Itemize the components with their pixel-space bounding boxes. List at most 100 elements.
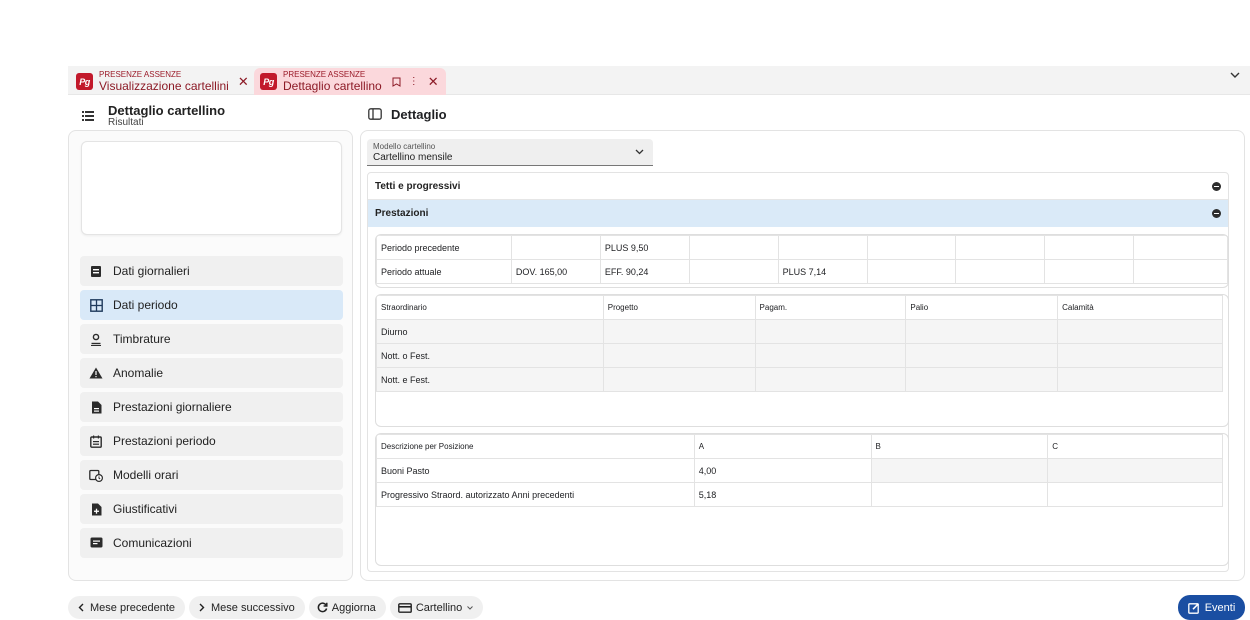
table-header-row: Descrizione per Posizione A B C: [376, 434, 1223, 459]
nav-item-giustificativi[interactable]: Giustificativi: [80, 494, 343, 524]
tab-visualizzazione-cartellini[interactable]: Pg PRESENZE ASSENZE Visualizzazione cart…: [76, 68, 252, 95]
refresh-button[interactable]: Aggiorna: [308, 596, 386, 619]
close-tab-icon[interactable]: ✕: [428, 74, 439, 90]
column-header: C: [1047, 434, 1223, 459]
tab-module-label: PRESENZE ASSENZE: [99, 70, 182, 79]
table-cell: [955, 259, 1046, 284]
overtime-table-card: Straordinario Progetto Pagam. Palio Cala…: [375, 294, 1229, 427]
table-cell: [870, 482, 1049, 507]
accordion-tetti-e-progressivi[interactable]: Tetti e progressivi: [368, 173, 1228, 200]
column-header: Progetto: [602, 295, 756, 320]
table-cell: PLUS 7,14: [777, 259, 868, 284]
table-cell: Progressivo Straord. autorizzato Anni pr…: [376, 482, 695, 507]
table-cell: Buoni Pasto: [376, 458, 695, 483]
grid-icon: [88, 297, 104, 313]
document-icon: [88, 399, 104, 415]
column-header: Calamità: [1057, 295, 1223, 320]
table-cell: [754, 343, 907, 368]
employee-info-card: [81, 141, 342, 235]
accordion-prestazioni[interactable]: Prestazioni: [368, 200, 1228, 227]
collapse-icon[interactable]: [1212, 209, 1221, 218]
table-cell: [688, 259, 779, 284]
chevron-down-icon[interactable]: [626, 139, 653, 165]
card-icon: [397, 602, 412, 613]
cartellino-menu-button[interactable]: Cartellino: [389, 596, 484, 619]
events-button[interactable]: Eventi: [1178, 595, 1245, 620]
table-cell: [510, 235, 601, 260]
table-cell: Periodo attuale: [376, 259, 512, 284]
table-cell: 4,00: [693, 458, 872, 483]
side-panel-toggle-icon[interactable]: [368, 108, 382, 120]
table-cell: [1133, 235, 1228, 260]
chevron-down-icon[interactable]: [1230, 72, 1240, 79]
nav-item-prestazioni-giornaliere[interactable]: Prestazioni giornaliere: [80, 392, 343, 422]
left-panel-header: Dettaglio cartellino Risultati: [78, 101, 225, 131]
position-table-card: Descrizione per Posizione A B C Buoni Pa…: [375, 433, 1229, 566]
button-label: Mese successivo: [211, 601, 295, 614]
nav-item-prestazioni-periodo[interactable]: Prestazioni periodo: [80, 426, 343, 456]
table-cell: [905, 343, 1059, 368]
column-header: Pagam.: [754, 295, 907, 320]
table-row: Buoni Pasto 4,00: [376, 458, 1223, 483]
app-logo-icon: Pg: [260, 73, 277, 90]
tab-label: Dettaglio cartellino: [283, 79, 382, 93]
page-title: Dettaglio cartellino: [108, 102, 226, 118]
tab-label: Visualizzazione cartellini: [99, 79, 229, 93]
table-row: Diurno: [376, 319, 1223, 344]
refresh-icon: [317, 602, 328, 613]
table-row: Periodo attuale DOV. 165,00 EFF. 90,24 P…: [376, 259, 1228, 284]
nav-item-timbrature[interactable]: Timbrature: [80, 324, 343, 354]
table-cell: DOV. 165,00: [510, 259, 601, 284]
table-cell: [777, 235, 868, 260]
calendar-list-icon: [88, 433, 104, 449]
column-header: A: [693, 434, 872, 459]
table-cell: [905, 367, 1059, 392]
nav-item-comunicazioni[interactable]: Comunicazioni: [80, 528, 343, 558]
nav-item-dati-giornalieri[interactable]: Dati giornalieri: [80, 256, 343, 286]
close-tab-icon[interactable]: ✕: [238, 74, 249, 90]
next-month-button[interactable]: Mese successivo: [189, 596, 305, 619]
table-header-row: Straordinario Progetto Pagam. Palio Cala…: [376, 295, 1223, 320]
previous-month-button[interactable]: Mese precedente: [68, 596, 185, 619]
table-row: Nott. o Fest.: [376, 343, 1223, 368]
model-select[interactable]: Modello cartellino Cartellino mensile: [367, 139, 653, 166]
chevron-right-icon: [199, 603, 205, 612]
table-cell: [1044, 259, 1135, 284]
table-cell: Nott. o Fest.: [376, 343, 604, 368]
column-header: Descrizione per Posizione: [376, 434, 695, 459]
table-cell: [866, 259, 957, 284]
table-cell: [688, 235, 779, 260]
tab-module-label: PRESENZE ASSENZE: [283, 70, 366, 79]
table-cell: [1047, 458, 1223, 483]
nav-item-dati-periodo[interactable]: Dati periodo: [80, 290, 343, 320]
tab-bar: Pg PRESENZE ASSENZE Visualizzazione cart…: [68, 66, 1250, 95]
nav-item-modelli-orari[interactable]: Modelli orari: [80, 460, 343, 490]
tab-dettaglio-cartellino[interactable]: Pg PRESENZE ASSENZE Dettaglio cartellino…: [254, 68, 446, 95]
left-panel: Dati giornalieri Dati periodo Timbrature…: [68, 130, 353, 581]
tab-text: PRESENZE ASSENZE Visualizzazione cartell…: [99, 70, 229, 93]
table-cell: [866, 235, 957, 260]
nav-item-anomalie[interactable]: Anomalie: [80, 358, 343, 388]
table-cell: [602, 343, 756, 368]
button-label: Eventi: [1204, 601, 1236, 614]
table-cell: [870, 458, 1049, 483]
bookmark-icon[interactable]: [392, 77, 401, 87]
warning-icon: [88, 365, 104, 381]
column-header: Palio: [905, 295, 1059, 320]
list-menu-icon[interactable]: [78, 106, 98, 126]
period-table: Periodo precedente PLUS 9,50 Periodo att…: [376, 235, 1228, 284]
bottom-toolbar: Mese precedente Mese successivo Aggiorna…: [68, 596, 484, 620]
table-cell: [1057, 367, 1223, 392]
nav-label: Anomalie: [113, 366, 164, 380]
button-label: Mese precedente: [90, 601, 175, 614]
table-cell: Diurno: [376, 319, 604, 344]
more-vert-icon[interactable]: ⋮: [409, 76, 419, 87]
message-icon: [88, 535, 104, 551]
chevron-down-icon: [467, 605, 474, 610]
tab-text: PRESENZE ASSENZE Dettaglio cartellino: [283, 70, 382, 93]
nav-label: Comunicazioni: [113, 536, 192, 550]
model-select-value: Cartellino mensile: [373, 152, 453, 163]
collapse-icon[interactable]: [1212, 182, 1221, 191]
table-cell: [955, 235, 1046, 260]
table-row: Progressivo Straord. autorizzato Anni pr…: [376, 482, 1223, 507]
